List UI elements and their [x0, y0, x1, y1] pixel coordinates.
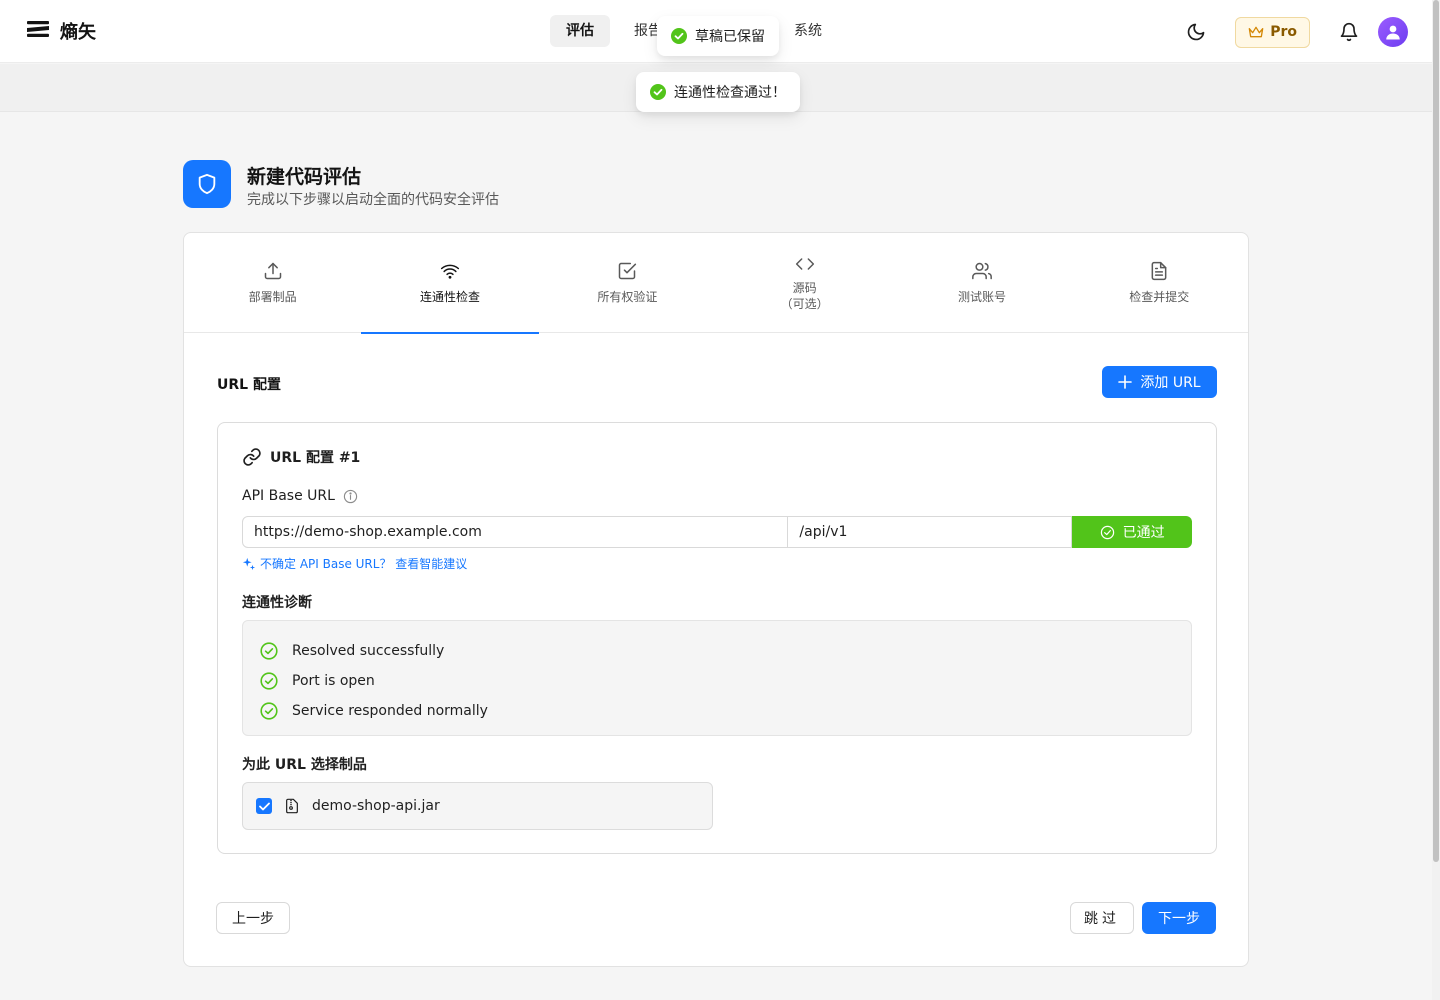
prev-step-button[interactable]: 上一步 [216, 902, 290, 934]
page-subtitle: 完成以下步骤以启动全面的代码安全评估 [247, 192, 499, 208]
toast-draft-saved: 草稿已保留 [657, 16, 779, 56]
artifact-name: demo-shop-api.jar [312, 798, 440, 814]
diagnostics-box: Resolved successfully Port is open Servi… [242, 620, 1192, 736]
user-icon [1386, 25, 1400, 40]
avatar[interactable] [1378, 17, 1408, 47]
step-label: 测试账号 [957, 290, 1006, 304]
bell-icon [1340, 22, 1358, 42]
api-base-url-label: API Base URL [242, 488, 358, 504]
file-archive-icon [286, 798, 298, 814]
skip-button[interactable]: 跳过 [1070, 902, 1134, 934]
shield-icon [198, 173, 216, 195]
toast-connectivity-passed: 连通性检查通过！ [636, 72, 800, 112]
diagnostic-item: Port is open [243, 666, 1191, 696]
next-step-button[interactable]: 下一步 [1142, 902, 1216, 934]
artifact-select-title: 为此 URL 选择制品 [242, 757, 367, 773]
step-label: 检查并提交 [1129, 290, 1190, 304]
code-icon [795, 258, 814, 270]
add-url-button[interactable]: 添加 URL [1102, 366, 1217, 398]
diagnostic-text: Port is open [292, 673, 375, 689]
pro-label: Pro [1270, 24, 1297, 40]
smart-suggestion-link[interactable]: 不确定 API Base URL？ 查看智能建议 [242, 555, 467, 572]
wifi-icon [440, 264, 460, 279]
step-deploy-artifacts[interactable]: 部署制品 [184, 233, 361, 333]
toast-text: 连通性检查通过！ [674, 85, 786, 101]
crown-icon [1248, 26, 1264, 38]
api-url-input-group: https://demo-shop.example.com /api/v1 已通… [242, 516, 1193, 548]
notifications-button[interactable] [1332, 15, 1366, 49]
pro-button[interactable]: Pro [1235, 16, 1310, 48]
upload-icon [264, 262, 281, 280]
page-scrollbar-thumb[interactable] [1433, 0, 1439, 862]
diagnostic-text: Service responded normally [292, 703, 488, 719]
nav-item-assessment[interactable]: 评估 [550, 15, 610, 47]
logo-icon [26, 21, 50, 41]
plus-icon [1118, 375, 1133, 389]
brand-name: 熵矢 [60, 22, 96, 43]
file-text-icon [1151, 261, 1167, 281]
check-circle-icon [260, 642, 278, 660]
users-icon [972, 262, 992, 280]
url-config-section-title: URL 配置 [217, 377, 281, 393]
step-connectivity-check[interactable]: 连通性检查 [361, 233, 539, 334]
page-title: 新建代码评估 [247, 166, 362, 188]
check-square-icon [619, 262, 637, 280]
header-actions: Pro [1179, 15, 1408, 49]
step-label: 所有权验证 [597, 290, 658, 304]
step-label: 部署制品 [248, 290, 297, 304]
api-base-url-label-text: API Base URL [242, 488, 335, 504]
artifact-checkbox[interactable] [256, 798, 272, 814]
step-ownership-verification[interactable]: 所有权验证 [539, 233, 716, 333]
path-input[interactable]: /api/v1 [788, 516, 1073, 548]
info-icon[interactable] [343, 489, 358, 504]
step-test-accounts[interactable]: 测试账号 [893, 233, 1070, 333]
checkmark-icon [258, 802, 270, 810]
brand[interactable]: 熵矢 [26, 18, 96, 44]
step-source-code[interactable]: 源码 （可选） [716, 233, 893, 333]
check-circle-icon [260, 702, 278, 720]
url-config-card-title: URL 配置 #1 [242, 447, 360, 467]
passed-label: 已通过 [1122, 525, 1165, 541]
diagnostic-item: Service responded normally [243, 696, 1191, 726]
url-config-card: URL 配置 #1 API Base URL https://demo-shop… [217, 422, 1217, 854]
step-review-submit[interactable]: 检查并提交 [1071, 233, 1248, 333]
check-circle-icon [1100, 525, 1114, 539]
add-url-label: 添加 URL [1140, 375, 1201, 391]
toast-text: 草稿已保留 [695, 29, 765, 45]
nav-item-system[interactable]: 系统 [774, 15, 842, 47]
diagnostic-text: Resolved successfully [292, 643, 445, 659]
artifact-option[interactable]: demo-shop-api.jar [242, 782, 713, 830]
wizard-steps: 部署制品 连通性检查 所有权验证 源码 （可选） 测试账号 检查并提交 [184, 233, 1248, 334]
theme-toggle-button[interactable] [1179, 15, 1213, 49]
base-url-input[interactable]: https://demo-shop.example.com [242, 516, 789, 548]
link-icon [243, 448, 261, 466]
success-check-icon [671, 28, 687, 44]
moon-icon [1187, 23, 1205, 41]
check-circle-icon [260, 672, 278, 690]
page-title-icon [183, 160, 231, 208]
step-label: 源码 （可选） [780, 281, 829, 311]
diagnostic-item: Resolved successfully [243, 636, 1191, 666]
connectivity-passed-button[interactable]: 已通过 [1072, 516, 1193, 548]
assessment-wizard-card: 部署制品 连通性检查 所有权验证 源码 （可选） 测试账号 检查并提交 URL … [183, 232, 1249, 967]
smart-suggestion-text: 不确定 API Base URL？ 查看智能建议 [260, 557, 468, 571]
step-label: 连通性检查 [419, 290, 480, 304]
url-config-card-title-text: URL 配置 #1 [270, 450, 361, 466]
success-check-icon [650, 84, 666, 100]
diagnostics-title: 连通性诊断 [242, 595, 312, 611]
sparkle-icon [242, 557, 256, 570]
